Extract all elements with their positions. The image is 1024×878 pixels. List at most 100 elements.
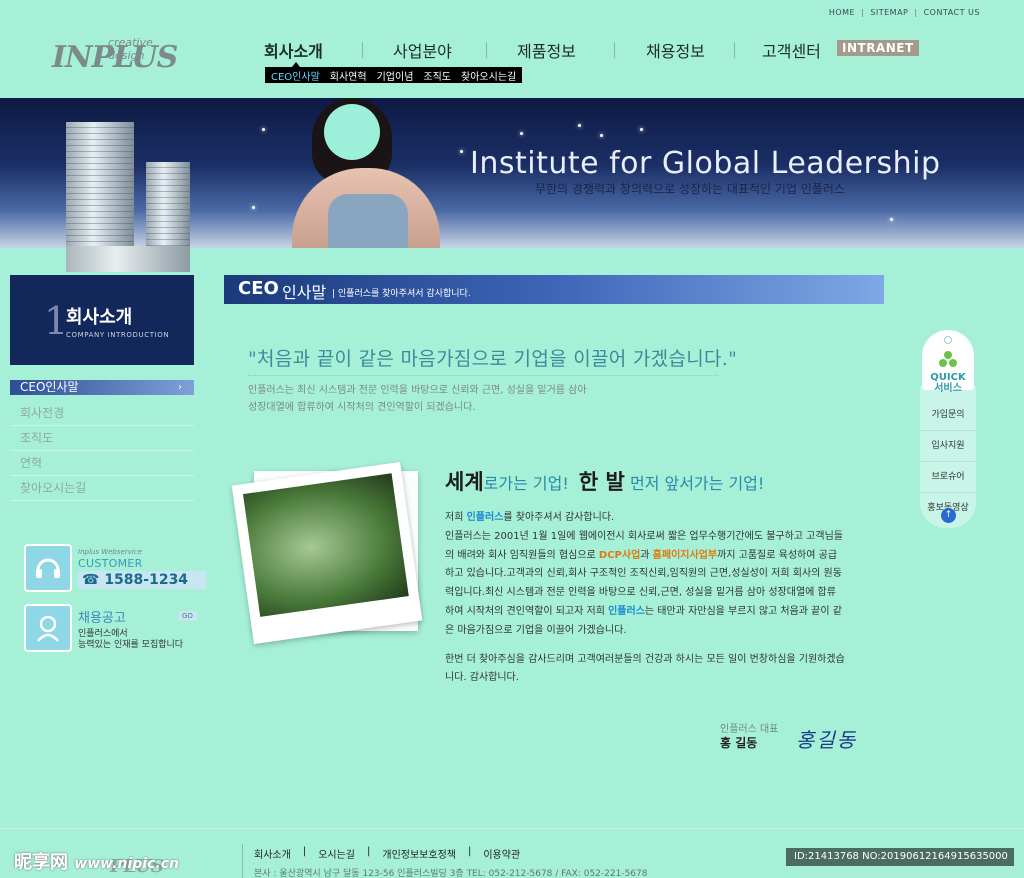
star <box>520 132 523 135</box>
sidebar-item-directions[interactable]: 찾아오시는길 <box>10 476 194 501</box>
star <box>890 218 893 221</box>
clover-icon <box>939 351 957 367</box>
sitemap-link[interactable]: SITEMAP <box>870 8 908 17</box>
quick-label-ko: 서비스 <box>934 383 962 394</box>
building-base <box>66 246 190 272</box>
quick-tag: QUICK 서비스 <box>922 330 974 394</box>
highlight: DCP사업 <box>598 549 641 561</box>
content-header-desc: | 인플러스를 찾아주셔서 감사합니다. <box>332 289 471 299</box>
slogan: 세계로가는 기업! 한 발 먼저 앞서가는 기업! <box>445 466 764 496</box>
subnav-philosophy[interactable]: 기업이념 <box>377 68 414 83</box>
cc-phone: ☎ 1588-1234 <box>78 571 206 589</box>
text: 과 <box>640 549 653 561</box>
recruit-desc-line: 능력있는 인재를 모집합니다 <box>78 640 184 650</box>
sub-nav: CEO인사말 회사연혁 기업이념 조직도 찾아오시는길 <box>265 67 523 83</box>
star <box>640 128 643 131</box>
logo[interactable]: creative design INPLUS <box>52 34 192 75</box>
section-subtitle: COMPANY INTRODUCTION <box>66 331 170 339</box>
paragraph: 저희 인플러스를 찾아주셔서 감사합니다. 인플러스는 2001년 1월 1일에… <box>445 509 845 641</box>
recruit-box[interactable]: 채용공고 GO 인플러스에서 능력있는 인재를 모집합니다 <box>22 603 197 657</box>
paragraph: 한번 더 찾아주심을 감사드리며 고객여러분들의 건강과 하시는 모든 일이 번… <box>445 653 845 684</box>
intranet-button[interactable]: INTRANET <box>837 40 919 56</box>
recruit-desc-line: 인플러스에서 <box>78 629 128 639</box>
intro-line: 인플러스는 최신 시스템과 전문 인력을 바탕으로 신뢰와 근면, 성실을 밑거… <box>248 385 587 396</box>
nav-company[interactable]: 회사소개 <box>264 38 323 62</box>
slogan-part: 먼저 앞서가는 기업! <box>629 474 765 493</box>
footer-link-privacy[interactable]: 개인정보보호정책 <box>382 846 456 861</box>
banner-subtitle: 무한의 경쟁력과 창의력으로 성장하는 대표적인 기업 인플러스 <box>535 182 845 196</box>
footer-address: 본사 : 울산광역시 남구 달동 123-56 인플러스빌딩 3층 TEL: 0… <box>254 869 648 878</box>
section-title: 회사소개 <box>66 307 133 328</box>
quick-join[interactable]: 가입문의 <box>920 400 976 431</box>
banner-title: Institute for Global Leadership <box>470 146 941 181</box>
subnav-history[interactable]: 회사연혁 <box>330 68 367 83</box>
footer-separator <box>242 844 243 878</box>
hero-banner: Institute for Global Leadership 무한의 경쟁력과… <box>0 98 1024 248</box>
person-icon <box>24 604 72 652</box>
star <box>262 128 265 131</box>
sidebar-item-history[interactable]: 연혁 <box>10 451 194 476</box>
text: 를 찾아주셔서 감사합니다. <box>503 512 615 523</box>
intro-text: 인플러스는 최신 시스템과 전문 인력을 바탕으로 신뢰와 근면, 성실을 밑거… <box>248 382 587 416</box>
nav-recruit[interactable]: 채용정보 <box>646 38 705 62</box>
home-link[interactable]: HOME <box>829 8 855 17</box>
footer-link-company[interactable]: 회사소개 <box>254 846 291 861</box>
contact-link[interactable]: CONTACT US <box>924 8 980 17</box>
quick-list: 가입문의 입사지원 브로슈어 홍보동영상 <box>920 386 976 528</box>
sidebar-item-ceo[interactable]: CEO인사말 › <box>10 380 194 395</box>
brand-highlight: 인플러스 <box>466 512 504 523</box>
building-right <box>146 162 190 248</box>
quick-brochure[interactable]: 브로슈어 <box>920 462 976 493</box>
subnav-ceo[interactable]: CEO인사말 <box>271 68 320 83</box>
sidebar-menu: CEO인사말 › 회사전경 조직도 연혁 찾아오시는길 <box>10 380 194 501</box>
quick-apply[interactable]: 입사지원 <box>920 431 976 462</box>
footer-sep: | <box>367 846 371 857</box>
quote-divider <box>248 375 718 376</box>
footer-sep: | <box>302 846 307 857</box>
recruit-title: 채용공고 <box>78 611 126 626</box>
nav-customer[interactable]: 고객센터 <box>762 38 821 62</box>
building-left <box>66 122 134 248</box>
content-header: CEO 인사말 | 인플러스를 찾아주셔서 감사합니다. <box>224 275 884 304</box>
customer-center[interactable]: Inplus Webservice CUSTOMER CENTER ☎ 1588… <box>22 543 206 593</box>
greeting-body: 저희 인플러스를 찾아주셔서 감사합니다. 인플러스는 2001년 1월 1일에… <box>445 509 845 698</box>
sidebar-item-org[interactable]: 조직도 <box>10 426 194 451</box>
footer-links: 회사소개 | 오시는길 | 개인정보보호정책 | 이용약관 <box>254 846 520 861</box>
highlight: 홈페이지사업부 <box>652 549 718 561</box>
separator: | <box>861 8 865 17</box>
star <box>252 206 255 209</box>
watermark: 昵享网 www.nipic.cn <box>14 848 179 874</box>
signature-block: 인플러스 대표 홍 길동 홍길동 <box>720 720 880 760</box>
star <box>460 150 463 153</box>
headset-icon <box>24 544 72 592</box>
footer-link-directions[interactable]: 오시는길 <box>318 846 355 861</box>
logo-main: INPLUS <box>52 40 178 75</box>
watermark-url: www.nipic.cn <box>74 856 179 872</box>
nav-divider <box>734 42 735 58</box>
text: 저희 <box>445 512 467 523</box>
nav-divider <box>614 42 615 58</box>
nav-divider <box>362 42 363 58</box>
star <box>600 134 603 137</box>
chevron-right-icon: › <box>178 382 182 393</box>
arrow-up-icon[interactable]: ↑ <box>941 508 956 523</box>
model-photo <box>290 98 440 248</box>
nav-products[interactable]: 제품정보 <box>517 38 576 62</box>
sign-title: 인플러스 대표 <box>720 724 779 735</box>
subnav-directions[interactable]: 찾아오시는길 <box>461 68 516 83</box>
sidebar-header: 1 회사소개 COMPANY INTRODUCTION <box>10 275 194 365</box>
sign-name: 홍 길동 <box>720 736 758 750</box>
slogan-part: 로가는 기업! <box>483 474 569 493</box>
separator: | <box>914 8 918 17</box>
sidebar-item-view[interactable]: 회사전경 <box>10 401 194 426</box>
watermark-cn: 昵享网 <box>14 852 68 873</box>
subnav-org[interactable]: 조직도 <box>423 68 451 83</box>
footer-link-terms[interactable]: 이용약관 <box>483 846 520 861</box>
content-header-title: 인사말 <box>282 283 327 302</box>
utility-links: HOME | SITEMAP | CONTACT US <box>829 8 980 17</box>
leaf-photo <box>231 461 428 645</box>
slogan-part: 한 발 <box>578 470 625 494</box>
nav-business[interactable]: 사업분야 <box>393 38 452 62</box>
recruit-more-button[interactable]: GO <box>178 611 197 621</box>
brand-highlight: 인플러스 <box>608 605 645 617</box>
